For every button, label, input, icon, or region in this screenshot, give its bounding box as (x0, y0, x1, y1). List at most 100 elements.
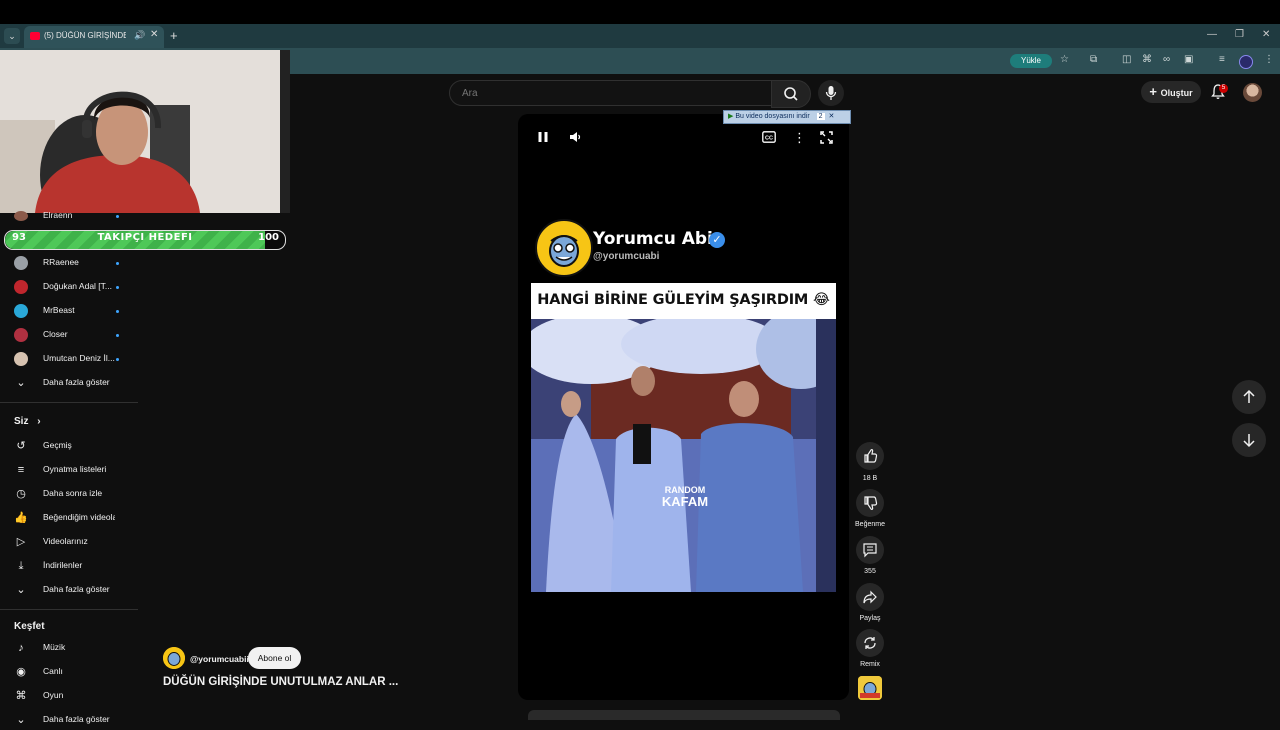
sidebar-item-liked-videos[interactable]: 👍 Beğendiğim videolar (14, 508, 138, 528)
link-icon[interactable]: ∞ (1163, 54, 1170, 65)
upload-button[interactable]: Yükle (1010, 54, 1052, 68)
playlist-icon: ≡ (17, 464, 25, 476)
play-arrow-icon: ▶ (728, 113, 734, 120)
comment-icon (863, 543, 877, 558)
sidebar-item-downloads[interactable]: ⤓ İndirilenler (14, 556, 138, 576)
channel-avatar (14, 256, 28, 270)
sidebar-item-label: Beğendiğim videolar (43, 512, 115, 522)
chevron-down-icon: ⌄ (16, 377, 26, 389)
remix-label: Remix (860, 661, 880, 668)
browser-menu-icon[interactable]: ⋮ (1264, 54, 1274, 65)
sidebar-item-dogukan-adal[interactable]: Doğukan Adal [T... (14, 277, 138, 297)
sidebar-item-label: MrBeast (43, 305, 75, 315)
bookmark-star-icon[interactable]: ☆ (1060, 54, 1069, 65)
comments-button[interactable] (856, 536, 884, 564)
more-options-icon[interactable]: ⋮ (793, 130, 806, 146)
media-control-icon[interactable]: ≡ (1219, 54, 1225, 65)
notification-badge: 5 (1219, 84, 1228, 93)
search-box (449, 80, 773, 106)
channel-avatar (14, 328, 28, 342)
like-button[interactable] (856, 442, 884, 470)
arrow-up-icon (1243, 389, 1255, 403)
short-title[interactable]: DÜĞÜN GİRİŞİNDE UNUTULMAZ ANLAR ... (163, 676, 398, 688)
window-close-icon[interactable]: ✕ (1262, 29, 1270, 40)
pause-icon[interactable] (536, 130, 550, 144)
sidebar-item-gaming[interactable]: ⌘ Oyun (14, 686, 138, 706)
sound-source-thumbnail[interactable] (858, 676, 882, 700)
tab-title: (5) DÜĞÜN GİRİŞİNDE UNU (44, 31, 126, 40)
new-content-dot (116, 286, 119, 289)
next-short-preview[interactable] (528, 710, 840, 720)
account-avatar[interactable] (1243, 83, 1262, 102)
chevron-down-icon: ⌄ (16, 714, 26, 726)
tab-search-icon[interactable]: ⌄ (4, 28, 20, 44)
extensions-icon[interactable]: ⧉ (1090, 54, 1097, 65)
channel-avatar (14, 211, 28, 221)
sidebar-item-label: Daha fazla göster (43, 584, 110, 594)
watermark-line2: KAFAM (661, 494, 709, 509)
search-button[interactable] (771, 80, 811, 108)
sidebar-item-rraenee[interactable]: RRaenee (14, 253, 138, 273)
sidebar-item-watch-later[interactable]: ◷ Daha sonra izle (14, 484, 138, 504)
sidebar-item-history[interactable]: ↺ Geçmiş (14, 436, 138, 456)
screenshot-icon[interactable]: ◫ (1122, 54, 1131, 65)
volume-icon[interactable] (568, 130, 582, 144)
overlay-channel-handle: @yorumcuabi (593, 251, 660, 262)
sidebar-item-label: Daha fazla göster (43, 377, 110, 387)
new-content-dot (116, 215, 119, 218)
sidebar-explore-show-more[interactable]: ⌄ Daha fazla göster (14, 710, 138, 730)
subscribe-button[interactable]: Abone ol (248, 647, 301, 669)
section-title: Siz (14, 416, 29, 427)
banner-close-icon[interactable]: ✕ (828, 113, 834, 120)
thumbs-down-icon (864, 496, 878, 511)
remix-button[interactable] (856, 629, 884, 657)
next-short-button[interactable] (1232, 423, 1266, 457)
live-broadcast-icon: ◉ (16, 666, 26, 678)
channel-avatar (14, 280, 28, 294)
webcam-overlay (0, 50, 290, 213)
sidebar-item-closer[interactable]: Closer (14, 325, 138, 345)
tab-close-icon[interactable]: ✕ (150, 29, 158, 40)
search-input[interactable] (460, 87, 764, 100)
download-video-banner[interactable]: ▶ Bu video dosyasını indir 2 ✕ (723, 110, 851, 124)
new-tab-icon[interactable]: + (170, 28, 178, 43)
tab-audio-icon[interactable]: 🔊 (134, 30, 145, 41)
sidebar-section-you[interactable]: Siz › (14, 416, 41, 427)
previous-short-button[interactable] (1232, 380, 1266, 414)
share-label: Paylaş (859, 615, 881, 622)
sidebar-you-show-more[interactable]: ⌄ Daha fazla göster (14, 580, 138, 600)
minimize-icon[interactable]: — (1207, 29, 1217, 40)
sidebar-item-label: Umutcan Deniz İl... (43, 353, 115, 363)
sidebar-panel-icon[interactable]: ▣ (1184, 54, 1193, 65)
captions-icon[interactable]: CC (762, 131, 776, 143)
arrow-down-icon (1243, 434, 1255, 448)
sidebar-item-elraenn[interactable]: Elraenn (14, 206, 138, 226)
channel-avatar (14, 304, 28, 318)
thumbs-up-icon: 👍 (14, 512, 28, 524)
sidebar-subs-show-more[interactable]: ⌄ Daha fazla göster (14, 373, 138, 393)
translate-icon[interactable]: ⌘ (1142, 54, 1152, 65)
search-icon (784, 87, 798, 101)
sidebar-item-your-videos[interactable]: ▷ Videolarınız (14, 532, 138, 552)
short-channel-name[interactable]: @yorumcuabii (190, 654, 249, 664)
sidebar-item-music[interactable]: ♪ Müzik (14, 638, 138, 658)
video-frame[interactable] (531, 319, 836, 592)
browser-profile-icon[interactable] (1239, 55, 1253, 69)
channel-avatar-small[interactable] (163, 647, 185, 669)
dislike-button[interactable] (856, 489, 884, 517)
voice-search-button[interactable] (818, 80, 844, 106)
restore-icon[interactable]: ❐ (1235, 29, 1244, 40)
share-button[interactable] (856, 583, 884, 611)
sidebar-item-mrbeast[interactable]: MrBeast (14, 301, 138, 321)
sidebar-item-umutcan-deniz[interactable]: Umutcan Deniz İl... (14, 349, 138, 369)
sidebar-item-label: Daha sonra izle (43, 488, 103, 498)
sidebar-item-playlists[interactable]: ≡ Oynatma listeleri (14, 460, 138, 480)
sidebar-item-live[interactable]: ◉ Canlı (14, 662, 138, 682)
sidebar-item-label: Daha fazla göster (43, 714, 110, 724)
verified-badge-icon: ✓ (709, 232, 725, 248)
browser-tab[interactable]: (5) DÜĞÜN GİRİŞİNDE UNU 🔊 ✕ (24, 26, 164, 48)
plus-icon: + (1149, 84, 1161, 99)
video-icon: ▷ (16, 536, 26, 548)
fullscreen-icon[interactable] (820, 131, 833, 144)
create-button[interactable]: + Oluştur (1141, 81, 1201, 103)
